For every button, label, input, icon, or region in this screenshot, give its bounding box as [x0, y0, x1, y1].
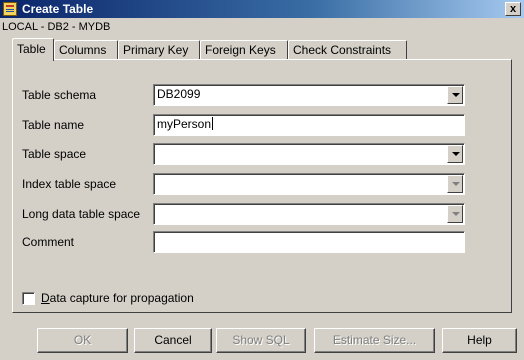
data-capture-checkbox[interactable]	[22, 292, 35, 305]
window-title: Create Table	[22, 2, 94, 16]
chevron-down-icon[interactable]	[447, 145, 463, 163]
comment-label: Comment	[22, 235, 75, 249]
table-name-input[interactable]: myPerson	[153, 114, 465, 136]
connection-path: LOCAL - DB2 - MYDB	[2, 21, 111, 33]
chevron-down-icon[interactable]	[447, 86, 463, 104]
table-icon	[3, 2, 17, 16]
close-button[interactable]: x	[505, 2, 521, 16]
table-name-value: myPerson	[157, 117, 212, 131]
chevron-down-icon[interactable]	[447, 175, 463, 193]
help-button[interactable]: Help	[442, 328, 517, 353]
ok-button[interactable]: OK	[37, 328, 128, 353]
long-data-table-space-combo[interactable]	[153, 203, 465, 225]
create-table-dialog: Create Table x LOCAL - DB2 - MYDB Table …	[0, 0, 524, 360]
table-name-label: Table name	[22, 118, 85, 132]
table-space-combo[interactable]	[153, 143, 465, 165]
long-data-table-space-label: Long data table space	[22, 207, 141, 221]
table-space-label: Table space	[22, 147, 87, 161]
data-capture-mnemonic: D	[41, 291, 50, 305]
data-capture-label[interactable]: Data capture for propagation	[41, 289, 194, 307]
estimate-size-button[interactable]: Estimate Size...	[314, 328, 435, 353]
tab-table[interactable]: Table	[12, 38, 54, 61]
table-schema-label: Table schema	[22, 88, 97, 102]
index-table-space-label: Index table space	[22, 177, 117, 191]
title-bar[interactable]: Create Table x	[0, 0, 524, 18]
tab-columns[interactable]: Columns	[54, 40, 118, 60]
table-schema-combo[interactable]: DB2099	[153, 84, 465, 106]
cancel-button[interactable]: Cancel	[134, 328, 212, 353]
data-capture-label-text: ata capture for propagation	[49, 291, 194, 305]
table-tab-panel: Table schema DB2099 Table name myPerson …	[12, 59, 512, 313]
tab-check-constraints[interactable]: Check Constraints	[288, 40, 407, 60]
comment-input[interactable]	[153, 231, 465, 253]
text-cursor	[212, 117, 214, 130]
table-schema-value: DB2099	[157, 87, 201, 101]
chevron-down-icon[interactable]	[447, 205, 463, 223]
tab-primary-key[interactable]: Primary Key	[118, 40, 200, 60]
show-sql-button[interactable]: Show SQL	[216, 328, 306, 353]
tab-foreign-keys[interactable]: Foreign Keys	[200, 40, 288, 60]
index-table-space-combo[interactable]	[153, 173, 465, 195]
